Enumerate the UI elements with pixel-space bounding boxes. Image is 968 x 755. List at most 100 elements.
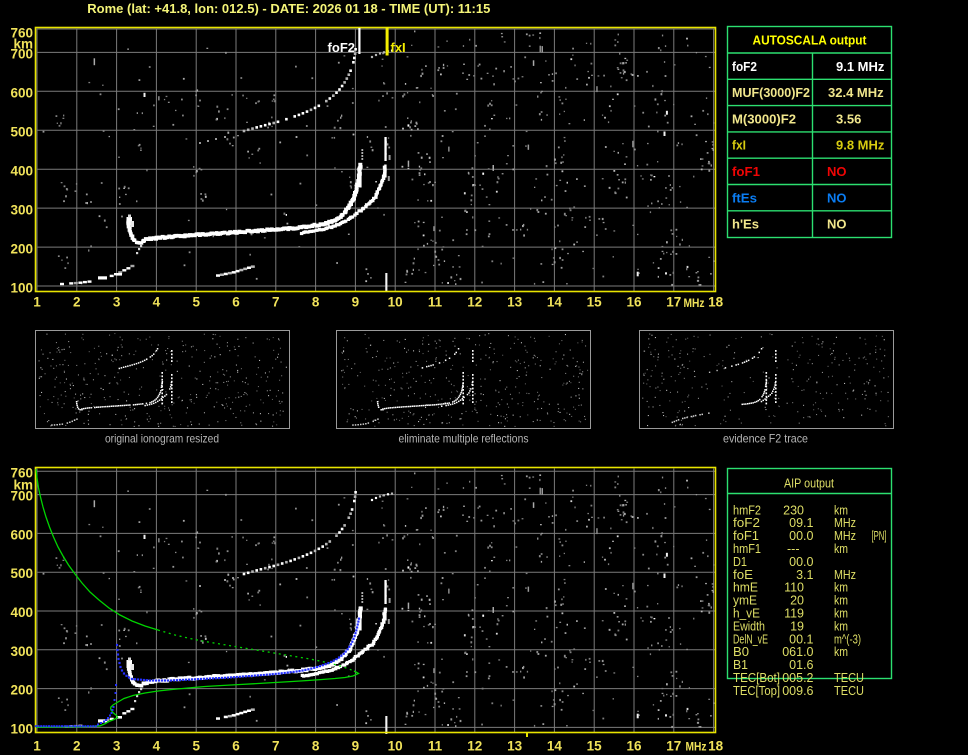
svg-text:110: 110 [784, 581, 804, 595]
svg-text:13: 13 [507, 294, 523, 309]
svg-text:005.2: 005.2 [782, 671, 813, 685]
svg-text:1: 1 [33, 294, 41, 309]
svg-text:18: 18 [708, 739, 724, 754]
svg-text:fxI: fxI [732, 138, 746, 153]
svg-text:32.4 MHz: 32.4 MHz [828, 85, 884, 100]
svg-text:16: 16 [626, 294, 642, 309]
svg-text:200: 200 [10, 683, 33, 698]
svg-text:500: 500 [10, 125, 33, 140]
svg-text:230: 230 [783, 503, 804, 517]
svg-text:15: 15 [587, 294, 603, 309]
svg-text:16: 16 [626, 739, 642, 754]
svg-text:400: 400 [10, 605, 33, 620]
svg-text:hmE: hmE [733, 581, 758, 595]
svg-text:14: 14 [547, 294, 563, 309]
svg-text:km: km [834, 594, 848, 608]
svg-text:3: 3 [113, 739, 121, 754]
svg-text:5: 5 [192, 294, 200, 309]
svg-text:00.0: 00.0 [789, 555, 813, 569]
svg-text:01.6: 01.6 [789, 658, 813, 672]
svg-text:foE: foE [733, 568, 753, 582]
svg-text:11: 11 [428, 739, 443, 754]
svg-text:200: 200 [10, 241, 33, 256]
svg-text:700: 700 [10, 489, 33, 504]
svg-text:7: 7 [272, 739, 280, 754]
svg-text:00.1: 00.1 [789, 632, 813, 646]
svg-text:TEC[Top]: TEC[Top] [733, 684, 780, 698]
svg-text:NO: NO [827, 190, 847, 205]
svg-text:foF2: foF2 [733, 516, 760, 530]
svg-text:km: km [834, 645, 848, 659]
svg-text:400: 400 [10, 164, 33, 179]
svg-text:m^(-3): m^(-3) [834, 632, 861, 646]
svg-text:600: 600 [10, 527, 33, 542]
svg-text:[PN]: [PN] [872, 529, 887, 543]
svg-text:500: 500 [10, 566, 33, 581]
svg-text:ymE: ymE [733, 594, 757, 608]
svg-text:D1: D1 [733, 555, 747, 569]
svg-text:Ewidth: Ewidth [733, 619, 765, 633]
svg-text:original ionogram resized: original ionogram resized [105, 432, 219, 446]
svg-text:17: 17 [666, 294, 681, 309]
svg-text:AUTOSCALA output: AUTOSCALA output [753, 33, 868, 48]
svg-text:9: 9 [352, 739, 360, 754]
svg-text:2: 2 [73, 294, 81, 309]
svg-text:evidence F2 trace: evidence F2 trace [723, 432, 808, 446]
svg-text:foF2: foF2 [732, 59, 757, 74]
svg-text:---: --- [787, 542, 800, 556]
svg-text:12: 12 [467, 294, 482, 309]
svg-text:300: 300 [10, 202, 33, 217]
svg-text:km: km [834, 542, 848, 556]
svg-text:4: 4 [153, 294, 161, 309]
svg-text:foF2: foF2 [328, 40, 355, 55]
svg-text:6: 6 [232, 294, 240, 309]
svg-text:foF1: foF1 [732, 164, 760, 179]
svg-text:00.0: 00.0 [789, 529, 813, 543]
svg-text:TECU: TECU [834, 684, 864, 698]
svg-text:061.0: 061.0 [782, 645, 813, 659]
svg-text:foF1: foF1 [733, 529, 759, 543]
svg-text:AIP output: AIP output [784, 476, 834, 491]
svg-text:19: 19 [790, 619, 804, 633]
svg-text:2: 2 [73, 739, 81, 754]
svg-text:9.1 MHz: 9.1 MHz [836, 59, 885, 74]
svg-text:ftEs: ftEs [732, 190, 757, 205]
svg-text:14: 14 [547, 739, 563, 754]
svg-text:MHz: MHz [834, 529, 856, 543]
svg-text:DelN_vE: DelN_vE [733, 632, 768, 646]
svg-text:12: 12 [467, 739, 482, 754]
svg-text:MHz: MHz [834, 568, 856, 582]
svg-text:MHz: MHz [834, 516, 856, 530]
svg-text:TEC[Bot]: TEC[Bot] [733, 671, 780, 685]
svg-text:13: 13 [507, 739, 523, 754]
svg-text:700: 700 [10, 47, 33, 62]
svg-text:8: 8 [312, 739, 320, 754]
svg-text:TECU: TECU [834, 671, 864, 685]
svg-text:009.6: 009.6 [782, 684, 813, 698]
svg-text:MHz: MHz [684, 298, 705, 310]
svg-text:hmF2: hmF2 [733, 503, 761, 517]
svg-text:17: 17 [666, 739, 681, 754]
svg-text:km: km [834, 581, 848, 595]
svg-text:9: 9 [352, 294, 360, 309]
svg-text:km: km [834, 607, 848, 621]
svg-text:NO: NO [827, 217, 847, 232]
svg-text:fxI: fxI [391, 40, 406, 55]
svg-text:100: 100 [10, 721, 33, 736]
svg-text:B0: B0 [733, 645, 749, 659]
svg-text:5: 5 [192, 739, 200, 754]
svg-text:M(3000)F2: M(3000)F2 [732, 111, 796, 126]
svg-text:7: 7 [272, 294, 280, 309]
svg-text:NO: NO [827, 164, 847, 179]
svg-text:hmF1: hmF1 [733, 542, 761, 556]
svg-text:B1: B1 [733, 658, 748, 672]
svg-text:10: 10 [388, 739, 403, 754]
svg-text:km: km [834, 619, 848, 633]
svg-text:09.1: 09.1 [789, 516, 813, 530]
svg-text:100: 100 [10, 280, 33, 295]
svg-text:h'Es: h'Es [732, 217, 759, 232]
svg-text:3.56: 3.56 [836, 111, 861, 126]
svg-text:18: 18 [708, 294, 724, 309]
svg-text:h_vE: h_vE [733, 607, 760, 621]
svg-text:MHz: MHz [686, 742, 707, 754]
